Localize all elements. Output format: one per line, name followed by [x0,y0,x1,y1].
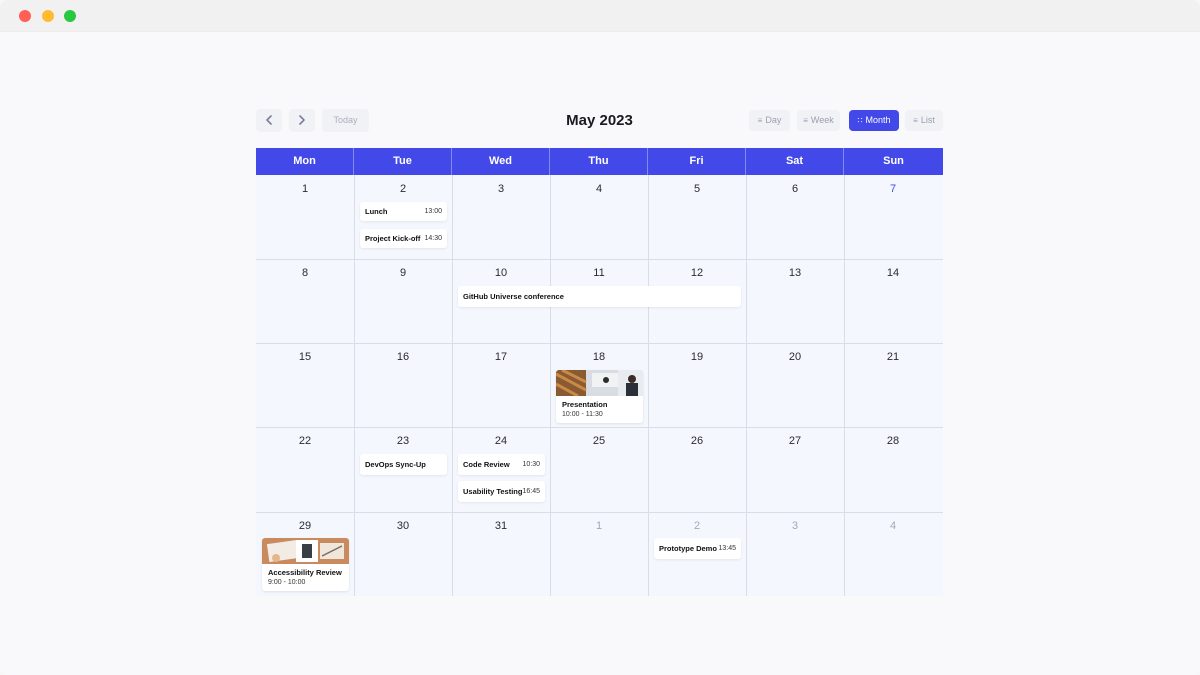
grid-divider [256,512,943,513]
day-cell-number[interactable]: 14 [844,266,942,280]
day-cell-number[interactable]: 30 [354,519,452,533]
day-cell-number[interactable]: 15 [256,350,354,364]
event-time: 9:00 - 10:00 [268,579,306,586]
view-day-button[interactable]: ≡ Day [749,110,790,131]
browser-window: Today May 2023 ≡ Day ≡ Week ∷ Month ≡ List M… [0,0,1200,675]
day-cell-number[interactable]: 5 [648,182,746,196]
chevron-right-icon [299,115,305,125]
day-cell-number[interactable]: 6 [746,182,844,196]
lines-icon: ≡ [913,116,918,125]
grid-icon: ∷ [857,116,863,125]
event-title: Code Review [463,460,510,469]
weekday-fri: Fri [648,148,746,175]
weekday-sat: Sat [746,148,844,175]
weekday-tue: Tue [354,148,452,175]
event-project-kickoff[interactable]: Project Kick-off 14:30 [360,229,447,248]
event-accessibility-review-card[interactable]: Accessibility Review 9:00 - 10:00 [262,538,349,591]
day-cell-number[interactable]: 17 [452,350,550,364]
day-cell-number[interactable]: 10 [452,266,550,280]
day-cell-number-other-month[interactable]: 1 [550,519,648,533]
event-thumbnail-image [556,370,643,396]
day-cell-number[interactable]: 3 [452,182,550,196]
event-prototype-demo[interactable]: Prototype Demo 13:45 [654,538,741,559]
view-week-label: Week [810,115,834,125]
minimize-window-button[interactable] [42,10,54,22]
day-cell-number[interactable]: 18 [550,350,648,364]
view-list-button[interactable]: ≡ List [905,110,943,131]
today-button[interactable]: Today [322,109,369,132]
event-title: Project Kick-off [365,234,421,243]
event-presentation-card[interactable]: Presentation 10:00 - 11:30 [556,370,643,423]
event-thumbnail-image [262,538,349,564]
weekday-mon: Mon [256,148,354,175]
weekday-wed: Wed [452,148,550,175]
month-grid: Mon Tue Wed Thu Fri Sat Sun 1 2 3 4 5 6 … [256,148,943,596]
weekday-sun: Sun [883,155,904,167]
day-cell-number[interactable]: 27 [746,434,844,448]
event-code-review[interactable]: Code Review 10:30 [458,454,545,475]
window-titlebar [0,0,1200,32]
grid-divider [256,343,943,344]
grid-divider [256,427,943,428]
view-list-label: List [920,115,935,125]
day-cell-number[interactable]: 31 [452,519,550,533]
day-cell-number[interactable]: 28 [844,434,942,448]
day-cell-number-highlighted[interactable]: 7 [844,182,942,196]
event-devops-sync[interactable]: DevOps Sync-Up [360,454,447,475]
day-cell-number[interactable]: 25 [550,434,648,448]
event-time: 10:30 [522,461,540,468]
view-month-button[interactable]: ∷ Month [849,110,899,131]
event-time: 10:00 - 11:30 [562,411,603,418]
event-title: GitHub Universe conference [463,292,564,301]
view-day-label: Day [765,115,782,125]
day-cell-number[interactable]: 26 [648,434,746,448]
day-cell-number[interactable]: 12 [648,266,746,280]
day-cell-number[interactable]: 19 [648,350,746,364]
day-cell-number[interactable]: 8 [256,266,354,280]
event-title: DevOps Sync-Up [365,460,426,469]
list-icon: ≡ [757,116,763,125]
day-cell-number[interactable]: 23 [354,434,452,448]
event-title: Usability Testing [463,487,523,496]
day-cell-number[interactable]: 9 [354,266,452,280]
event-title: Presentation [562,400,608,409]
day-cell-number[interactable]: 2 [354,182,452,196]
event-time: 13:45 [718,545,736,552]
event-lunch[interactable]: Lunch 13:00 [360,202,447,221]
event-time: 13:00 [424,208,442,215]
next-month-button[interactable] [289,109,315,132]
day-cell-number[interactable]: 16 [354,350,452,364]
view-week-button[interactable]: ≡ Week [797,110,840,131]
event-title: Accessibility Review [268,568,342,577]
event-usability-testing[interactable]: Usability Testing 16:45 [458,481,545,502]
event-title: Lunch [365,207,388,216]
day-cell-number-other-month[interactable]: 4 [844,519,942,533]
day-cell-number[interactable]: 29 [256,519,354,533]
calendar-toolbar: Today May 2023 ≡ Day ≡ Week ∷ Month ≡ List [256,109,943,132]
zoom-window-button[interactable] [64,10,76,22]
day-cell-number[interactable]: 4 [550,182,648,196]
day-cell-number-other-month[interactable]: 3 [746,519,844,533]
day-cell-number[interactable]: 24 [452,434,550,448]
weekday-thu: Thu [550,148,648,175]
list-icon: ≡ [803,116,808,125]
close-window-button[interactable] [19,10,31,22]
day-cell-number-other-month[interactable]: 2 [648,519,746,533]
grid-divider [256,259,943,260]
view-month-label: Month [865,115,891,125]
day-cell-number[interactable]: 22 [256,434,354,448]
event-title: Prototype Demo [659,544,717,553]
day-cell-number[interactable]: 1 [256,182,354,196]
event-time: 14:30 [424,235,442,242]
event-github-universe[interactable]: GitHub Universe conference [458,286,741,307]
day-cell-number[interactable]: 13 [746,266,844,280]
weekday-header: Mon Tue Wed Thu Fri Sat Sun [256,148,943,175]
day-cell-number[interactable]: 11 [550,266,648,280]
day-cell-number[interactable]: 21 [844,350,942,364]
chevron-left-icon [266,115,272,125]
day-cell-number[interactable]: 20 [746,350,844,364]
previous-month-button[interactable] [256,109,282,132]
event-time: 16:45 [522,488,540,495]
